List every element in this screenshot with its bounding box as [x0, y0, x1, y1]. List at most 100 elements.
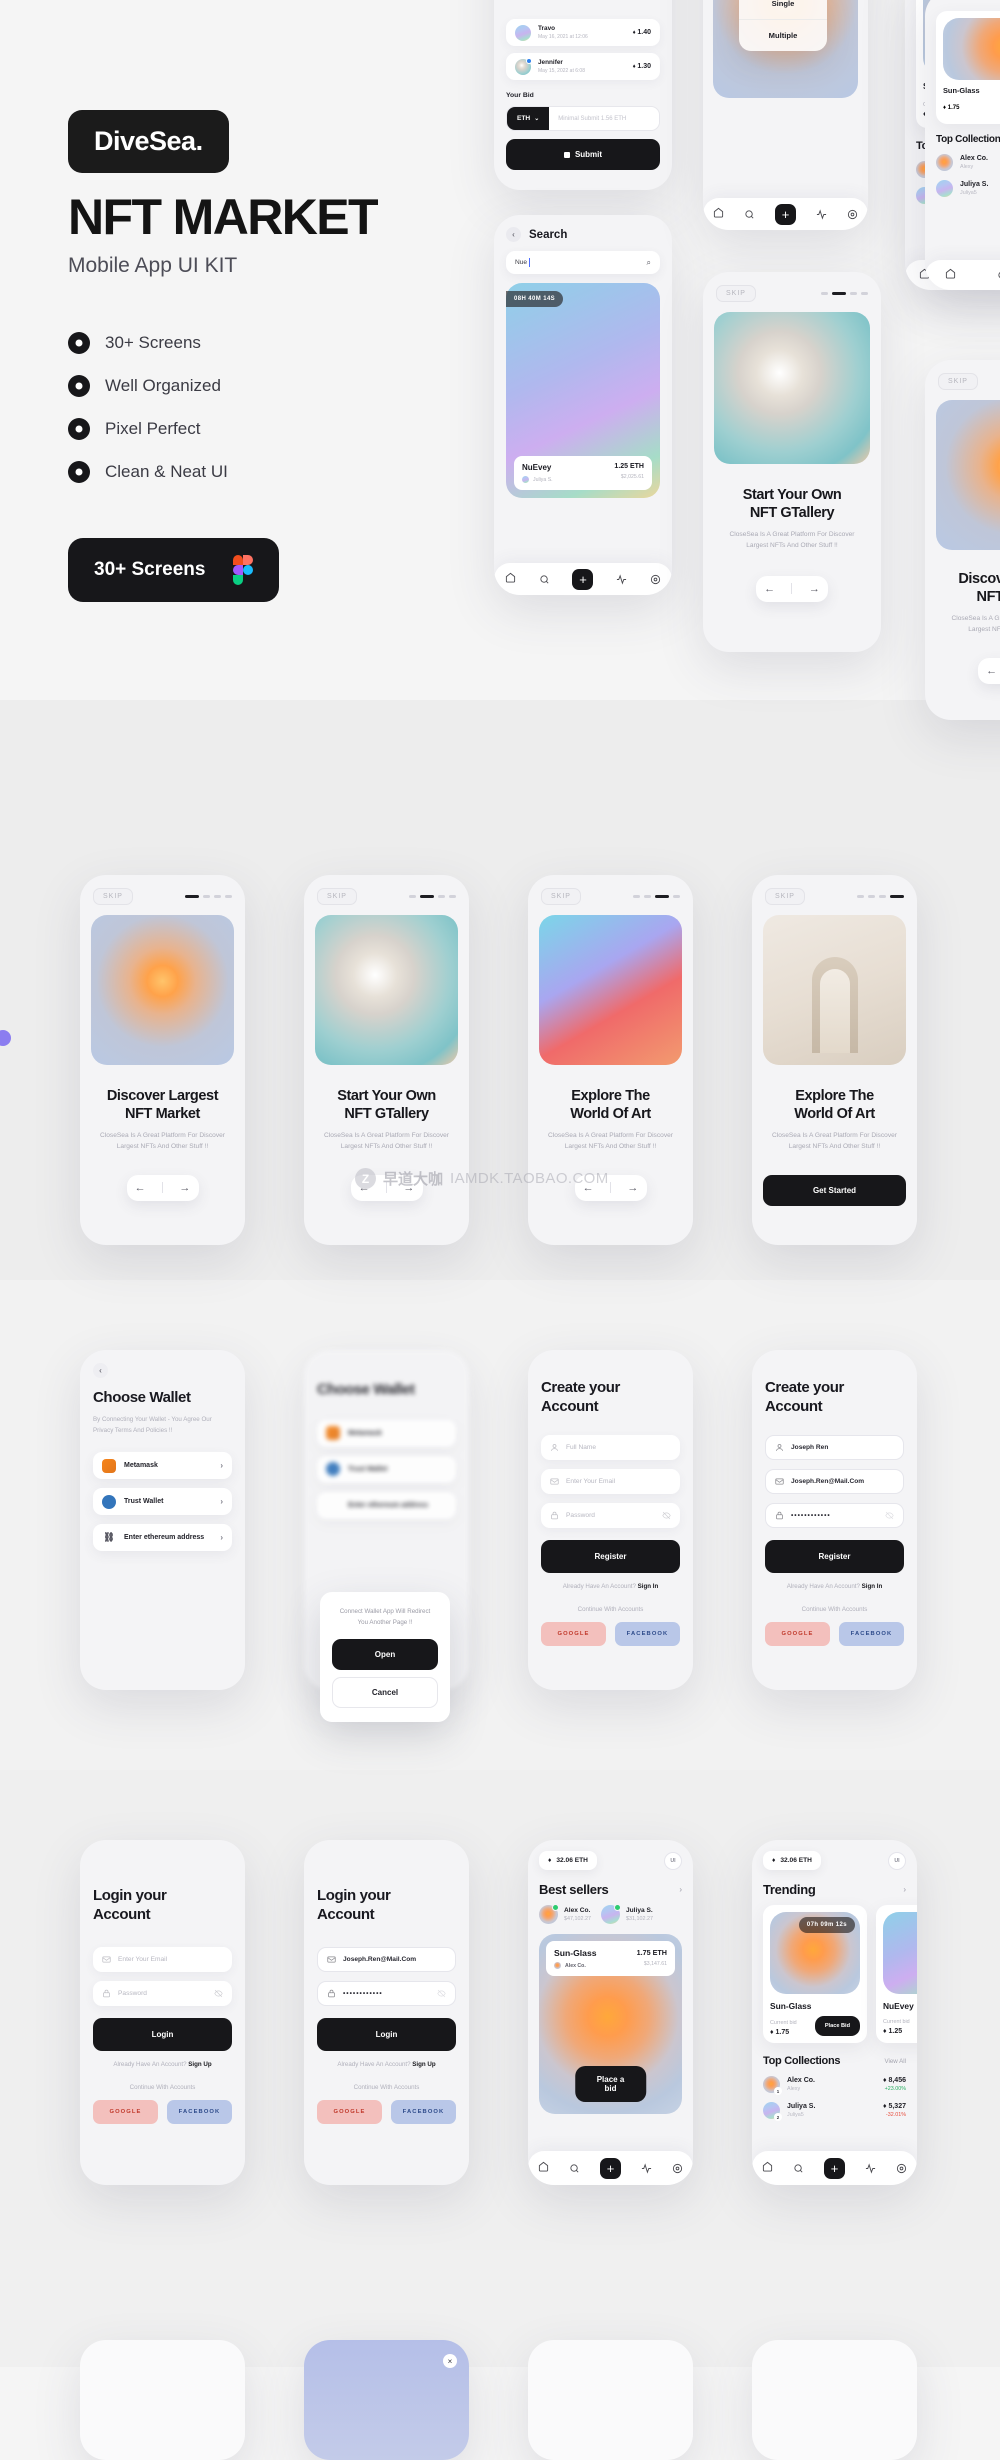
- pagination-dots[interactable]: [857, 895, 904, 898]
- home-icon[interactable]: [713, 205, 724, 223]
- place-a-bid-button[interactable]: Place a bid: [574, 2066, 647, 2102]
- avatar[interactable]: UI: [664, 1851, 682, 1870]
- prev-arrow-icon[interactable]: ←: [764, 583, 775, 595]
- register-button[interactable]: Register: [765, 1539, 904, 1573]
- collection-row[interactable]: 1 Alex Co. Alexy ♦ 8,456 +23.00%: [763, 2076, 906, 2095]
- add-icon[interactable]: +: [572, 568, 594, 590]
- onboarding-nav[interactable]: ← →: [756, 575, 828, 602]
- add-icon[interactable]: +: [775, 203, 796, 225]
- pagination-dots[interactable]: [185, 895, 232, 898]
- email-field[interactable]: Enter Your Email: [93, 1946, 232, 1972]
- home-icon[interactable]: [538, 2159, 549, 2177]
- activity-icon[interactable]: [616, 573, 627, 585]
- bid-row[interactable]: Travo May 16, 2021 at 12:06 ♦ 1.40: [506, 19, 660, 46]
- facebook-button[interactable]: FACEBOOK: [615, 1621, 680, 1646]
- profile-icon[interactable]: [896, 2163, 907, 2174]
- skip-button[interactable]: SKIP: [716, 285, 756, 302]
- search-icon[interactable]: [539, 574, 550, 585]
- collection-row[interactable]: 2 Juliya S. Juliya5 ♦ 5,327 -32.01%: [763, 2102, 906, 2121]
- skip-button[interactable]: SKIP: [765, 888, 805, 905]
- menu-item-single[interactable]: Single: [739, 0, 827, 19]
- prev-arrow-icon[interactable]: ←: [986, 665, 997, 677]
- profile-icon[interactable]: [672, 2163, 683, 2174]
- next-arrow-icon[interactable]: →: [809, 583, 820, 595]
- email-field[interactable]: Joseph.Ren@Mail.Com: [765, 1468, 904, 1494]
- back-icon[interactable]: ‹: [93, 1363, 108, 1378]
- activity-icon[interactable]: [641, 2162, 652, 2174]
- collection-row[interactable]: Alex Co. Alexy: [936, 154, 1000, 171]
- onboarding-nav[interactable]: ← →: [574, 1174, 647, 1201]
- home-icon[interactable]: [762, 2159, 773, 2177]
- pagination-dots[interactable]: [821, 292, 868, 295]
- profile-icon[interactable]: [847, 209, 858, 220]
- home-icon[interactable]: [945, 266, 956, 284]
- eye-off-icon[interactable]: [437, 1989, 446, 1998]
- close-icon[interactable]: ×: [443, 2354, 457, 2368]
- sign-up-link[interactable]: Sign Up: [188, 2061, 211, 2068]
- submit-bid-button[interactable]: Submit: [506, 139, 660, 170]
- wallet-option-metamask[interactable]: Metamask: [317, 1419, 456, 1447]
- prev-arrow-icon[interactable]: ←: [359, 1182, 370, 1194]
- pagination-dots[interactable]: [409, 895, 456, 898]
- add-icon[interactable]: +: [600, 2157, 621, 2179]
- bid-input-group[interactable]: ETH ⌄ Minimal Submit 1.56 ETH: [506, 106, 660, 131]
- search-icon[interactable]: [569, 2163, 580, 2174]
- bid-row[interactable]: Jennifer May 15, 2022 at 6:08 ♦ 1.30: [506, 53, 660, 80]
- activity-icon[interactable]: [865, 2162, 876, 2174]
- next-arrow-icon[interactable]: →: [179, 1182, 190, 1194]
- view-all-link[interactable]: View All: [884, 2058, 906, 2065]
- get-started-button[interactable]: Get Started: [763, 1174, 906, 1206]
- login-button[interactable]: Login: [317, 2017, 456, 2051]
- tabbar[interactable]: +: [703, 198, 868, 230]
- sign-up-link[interactable]: Sign Up: [412, 2061, 435, 2068]
- wallet-option-address[interactable]: ⛓ Enter ethereum address ›: [93, 1524, 232, 1552]
- download-screens-button[interactable]: 30+ Screens: [68, 537, 280, 602]
- modal-cancel-button[interactable]: Cancel: [332, 1677, 438, 1709]
- register-button[interactable]: Register: [541, 1539, 680, 1573]
- menu-item-multiple[interactable]: Multiple: [739, 19, 827, 51]
- prev-arrow-icon[interactable]: ←: [583, 1182, 594, 1194]
- facebook-button[interactable]: FACEBOOK: [391, 2099, 456, 2124]
- google-button[interactable]: GOOGLE: [317, 2099, 382, 2124]
- tabbar[interactable]: +: [494, 563, 672, 595]
- password-field[interactable]: Password: [541, 1502, 680, 1528]
- featured-nft-card[interactable]: Sun-Glass Alex Co. 1.75 ETH $3,147.61 Pl…: [539, 1934, 682, 2114]
- password-field[interactable]: ••••••••••••: [317, 1980, 456, 2006]
- sign-in-link[interactable]: Sign In: [638, 1583, 659, 1590]
- onboarding-nav[interactable]: ← →: [126, 1174, 199, 1201]
- back-icon[interactable]: ‹: [506, 227, 521, 242]
- tabbar[interactable]: +: [528, 2151, 693, 2185]
- sign-in-link[interactable]: Sign In: [862, 1583, 883, 1590]
- facebook-button[interactable]: FACEBOOK: [839, 1621, 904, 1646]
- nft-card[interactable]: 07h 09m 12s Sun-Glass Current bid ♦ 1.75…: [763, 1905, 867, 2043]
- password-field[interactable]: ••••••••••••: [765, 1502, 904, 1528]
- chevron-right-icon[interactable]: ›: [679, 1885, 682, 1894]
- nft-card[interactable]: NuEvey Current bid ♦ 1.25: [876, 1905, 917, 2043]
- search-icon[interactable]: ⌕: [647, 258, 651, 268]
- seller-item[interactable]: Juliya S. $31,102.27: [600, 1904, 653, 1924]
- modal-open-button[interactable]: Open: [332, 1639, 438, 1671]
- pagination-dots[interactable]: [633, 895, 680, 898]
- profile-icon[interactable]: [650, 574, 661, 585]
- prev-arrow-icon[interactable]: ←: [135, 1182, 146, 1194]
- full-name-field[interactable]: Full Name: [541, 1434, 680, 1460]
- wallet-option-trust[interactable]: Trust Wallet: [317, 1455, 456, 1483]
- onboarding-nav[interactable]: ← →: [350, 1174, 423, 1201]
- skip-button[interactable]: SKIP: [938, 373, 978, 390]
- place-bid-button[interactable]: Place Bid: [814, 2016, 860, 2036]
- next-arrow-icon[interactable]: →: [403, 1182, 414, 1194]
- nft-card[interactable]: Sun-Glass ♦ 1.75 Place Bid: [936, 11, 1000, 124]
- google-button[interactable]: GOOGLE: [765, 1621, 830, 1646]
- next-arrow-icon[interactable]: →: [627, 1182, 638, 1194]
- tabbar[interactable]: +: [925, 260, 1000, 290]
- seller-item[interactable]: Alex Co. $47,102.27: [539, 1904, 591, 1924]
- onboarding-nav[interactable]: ← →: [978, 657, 1000, 684]
- search-input[interactable]: Nue ⌕: [506, 251, 660, 274]
- email-field[interactable]: Enter Your Email: [541, 1468, 680, 1494]
- google-button[interactable]: GOOGLE: [541, 1621, 606, 1646]
- search-icon[interactable]: [744, 209, 755, 220]
- wallet-option-metamask[interactable]: Metamask ›: [93, 1452, 232, 1480]
- eye-off-icon[interactable]: [885, 1511, 894, 1520]
- search-icon[interactable]: [793, 2163, 804, 2174]
- collection-row[interactable]: Juliya S. Juliya5: [936, 180, 1000, 197]
